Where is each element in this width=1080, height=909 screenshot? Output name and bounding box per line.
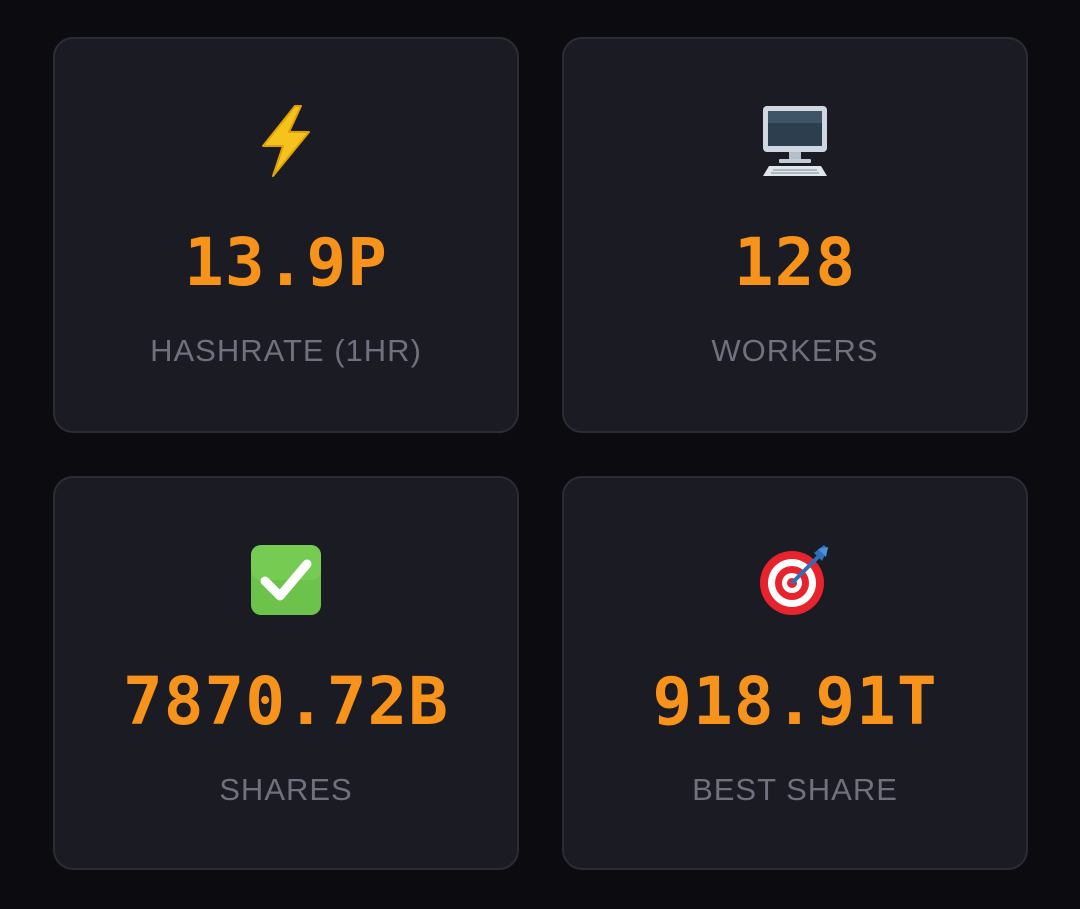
workers-label: WORKERS [711,333,879,368]
stats-grid: 13.9P HASHRATE (1HR) 128 WORKERS 7870.72… [53,37,1028,870]
shares-card: 7870.72B SHARES [53,476,519,870]
hashrate-card: 13.9P HASHRATE (1HR) [53,37,519,433]
best-share-card: 918.91T BEST SHARE [562,476,1028,870]
desktop-computer-icon [564,101,1026,181]
best-share-value: 918.91T [652,663,938,740]
workers-value: 128 [733,224,857,301]
check-mark-icon [55,540,517,620]
hashrate-label: HASHRATE (1HR) [150,333,422,368]
lightning-icon [55,101,517,181]
best-share-label: BEST SHARE [692,772,898,807]
shares-label: SHARES [219,772,353,807]
target-icon [564,540,1026,620]
shares-value: 7870.72B [123,663,449,740]
workers-card: 128 WORKERS [562,37,1028,433]
hashrate-value: 13.9P [184,224,388,301]
